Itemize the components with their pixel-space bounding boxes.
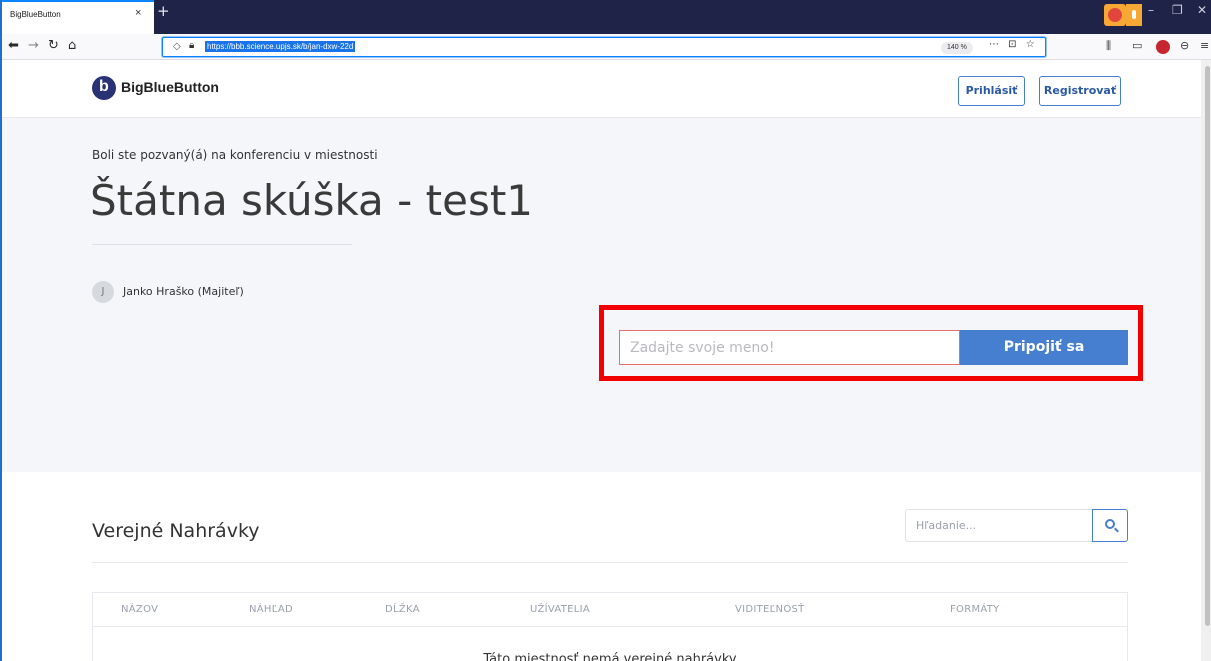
tab-close-icon[interactable]: × bbox=[135, 7, 141, 19]
account-icon[interactable]: ⊖ bbox=[1180, 39, 1189, 52]
maximize-button[interactable]: ❐ bbox=[1172, 3, 1183, 17]
close-window-button[interactable]: ✕ bbox=[1197, 3, 1207, 17]
address-bar[interactable]: ◇ 🔒︎ https://bbb.science.upjs.sk/b/jan-d… bbox=[162, 37, 1046, 57]
recordings-divider bbox=[92, 562, 1128, 563]
tab-strip: BigBlueButton × + – ❐ ✕ bbox=[2, 0, 1211, 34]
page-actions-icon[interactable]: ⋯ ⊡ ☆ bbox=[989, 39, 1038, 50]
column-header-preview[interactable]: NÁHĽAD bbox=[249, 604, 293, 615]
room-title: Štátna skúška - test1 bbox=[90, 176, 534, 225]
home-icon[interactable]: ⌂ bbox=[68, 37, 76, 55]
search-input[interactable] bbox=[905, 509, 1092, 542]
avatar: J bbox=[92, 281, 114, 303]
site-header: b BigBlueButton Prihlásiť Registrovať bbox=[2, 60, 1201, 118]
url-text[interactable]: https://bbb.science.upjs.sk/b/jan-dxw-22… bbox=[205, 41, 356, 52]
microphone-indicator-icon[interactable] bbox=[1126, 4, 1142, 26]
search-button[interactable] bbox=[1092, 509, 1128, 542]
column-header-length[interactable]: DĹŽKA bbox=[385, 604, 420, 615]
firefox-icon[interactable] bbox=[1104, 4, 1126, 26]
recordings-table: NÁZOV NÁHĽAD DĹŽKA UŽÍVATELIA VIDITEĽNOS… bbox=[92, 592, 1128, 661]
reload-icon[interactable]: ↻ bbox=[48, 37, 59, 55]
column-header-formats[interactable]: FORMÁTY bbox=[950, 604, 1000, 615]
browser-tab[interactable]: BigBlueButton × bbox=[2, 0, 154, 34]
zoom-level[interactable]: 140 % bbox=[941, 42, 973, 54]
column-header-name[interactable]: NÁZOV bbox=[121, 604, 158, 615]
sidebar-icon[interactable]: ▭ bbox=[1132, 39, 1142, 52]
invite-text: Boli ste pozvaný(á) na konferenciu v mie… bbox=[92, 148, 378, 162]
scrollbar-thumb[interactable] bbox=[1205, 66, 1210, 626]
new-tab-button[interactable]: + bbox=[157, 2, 170, 20]
title-divider bbox=[92, 244, 352, 245]
library-icon[interactable]: ⫼ bbox=[1106, 39, 1111, 53]
recordings-title: Verejné Nahrávky bbox=[92, 520, 260, 542]
navigation-toolbar: ⬅ → ↻ ⌂ ◇ 🔒︎ https://bbb.science.upjs.sk… bbox=[2, 34, 1211, 60]
room-owner: Janko Hraško (Majiteľ) bbox=[123, 285, 244, 298]
register-button[interactable]: Registrovať bbox=[1039, 76, 1121, 106]
column-header-users[interactable]: UŽÍVATELIA bbox=[530, 604, 590, 615]
column-header-visibility[interactable]: VIDITEĽNOSŤ bbox=[735, 604, 805, 615]
tracking-shield-icon[interactable]: ◇ bbox=[173, 41, 181, 52]
ublock-icon[interactable] bbox=[1156, 40, 1170, 54]
join-button[interactable]: Pripojiť sa bbox=[960, 330, 1128, 365]
lock-icon[interactable]: 🔒︎ bbox=[189, 40, 194, 51]
login-button[interactable]: Prihlásiť bbox=[958, 76, 1025, 106]
logo-letter: b bbox=[99, 78, 109, 95]
logo-text[interactable]: BigBlueButton bbox=[121, 79, 219, 95]
web-page: b BigBlueButton Prihlásiť Registrovať Bo… bbox=[2, 60, 1201, 661]
forward-arrow-icon[interactable]: → bbox=[28, 37, 39, 55]
empty-recordings-message: Táto miestnosť nemá verejné nahrávky bbox=[483, 652, 737, 661]
minimize-button[interactable]: – bbox=[1148, 3, 1154, 17]
browser-window: BigBlueButton × + – ❐ ✕ ⬅ → ↻ ⌂ ◇ 🔒︎ htt… bbox=[0, 0, 1211, 661]
menu-icon[interactable]: ≡ bbox=[1200, 39, 1209, 52]
back-arrow-icon[interactable]: ⬅ bbox=[8, 37, 19, 55]
bigbluebutton-logo-icon[interactable]: b bbox=[92, 76, 116, 100]
search-icon-handle bbox=[1114, 527, 1119, 533]
tab-title: BigBlueButton bbox=[10, 10, 61, 19]
table-header: NÁZOV NÁHĽAD DĹŽKA UŽÍVATELIA VIDITEĽNOS… bbox=[93, 593, 1127, 627]
name-input[interactable] bbox=[619, 330, 960, 365]
